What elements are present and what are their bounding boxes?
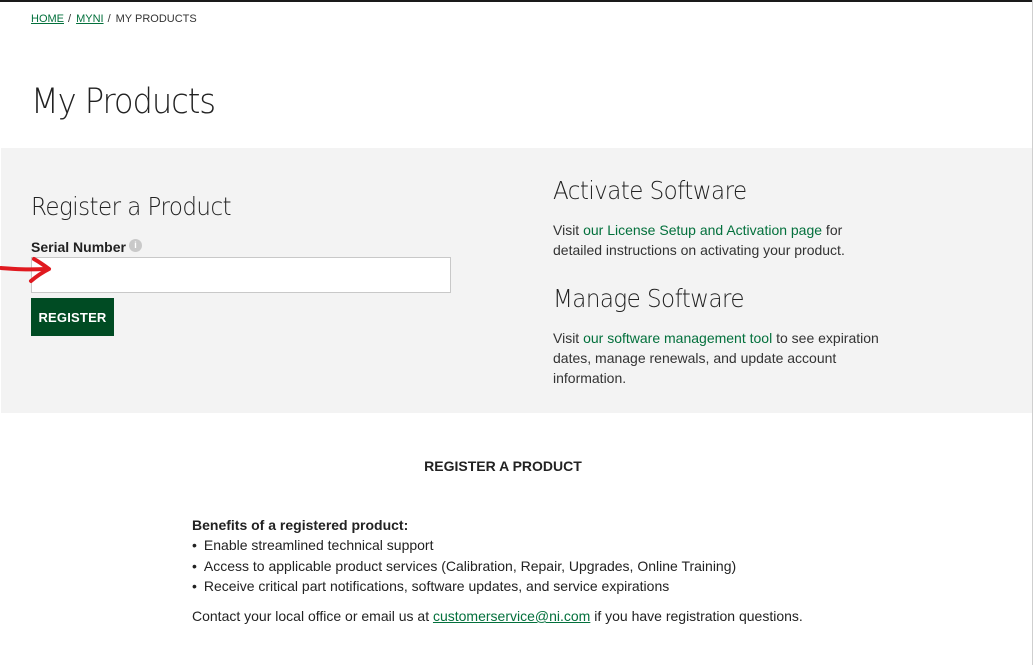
register-button[interactable]: REGISTER [31,298,114,336]
breadcrumb-separator: / [68,13,72,25]
breadcrumb-home-link[interactable]: HOME [31,13,64,25]
info-icon[interactable]: i [129,239,142,252]
manage-text: Visit our software management tool to se… [553,328,893,388]
contact-text-after: if you have registration questions. [590,608,803,624]
manage-heading: Manage Software [553,284,745,313]
list-item: Access to applicable product services (C… [192,556,736,577]
customer-service-email-link[interactable]: customerservice@ni.com [433,608,590,624]
software-management-link[interactable]: our software management tool [583,330,772,346]
list-item: Enable streamlined technical support [192,535,736,556]
breadcrumb-current: MY PRODUCTS [115,13,197,25]
breadcrumb-myni-link[interactable]: MYNI [76,13,104,25]
page-title: My Products [31,82,216,122]
red-arrow-annotation [0,257,51,283]
benefits-list: Enable streamlined technical support Acc… [192,535,736,597]
activate-text: Visit our License Setup and Activation p… [553,220,893,260]
license-setup-link[interactable]: our License Setup and Activation page [583,222,822,238]
top-border [0,0,1033,2]
register-section-heading: REGISTER A PRODUCT [424,458,582,474]
serial-number-input[interactable] [31,257,451,293]
activate-text-before: Visit [553,222,584,238]
breadcrumb-separator: / [107,13,111,25]
contact-text-before: Contact your local office or email us at [192,608,433,624]
manage-text-before: Visit [553,330,584,346]
activate-heading: Activate Software [553,176,747,205]
product-panel: Register a Product Serial Number i REGIS… [0,148,1032,413]
register-heading: Register a Product [31,192,232,221]
benefits-title: Benefits of a registered product: [192,517,409,533]
breadcrumb: HOME / MYNI / MY PRODUCTS [31,13,197,25]
list-item: Receive critical part notifications, sof… [192,576,736,597]
contact-text: Contact your local office or email us at… [192,608,803,624]
